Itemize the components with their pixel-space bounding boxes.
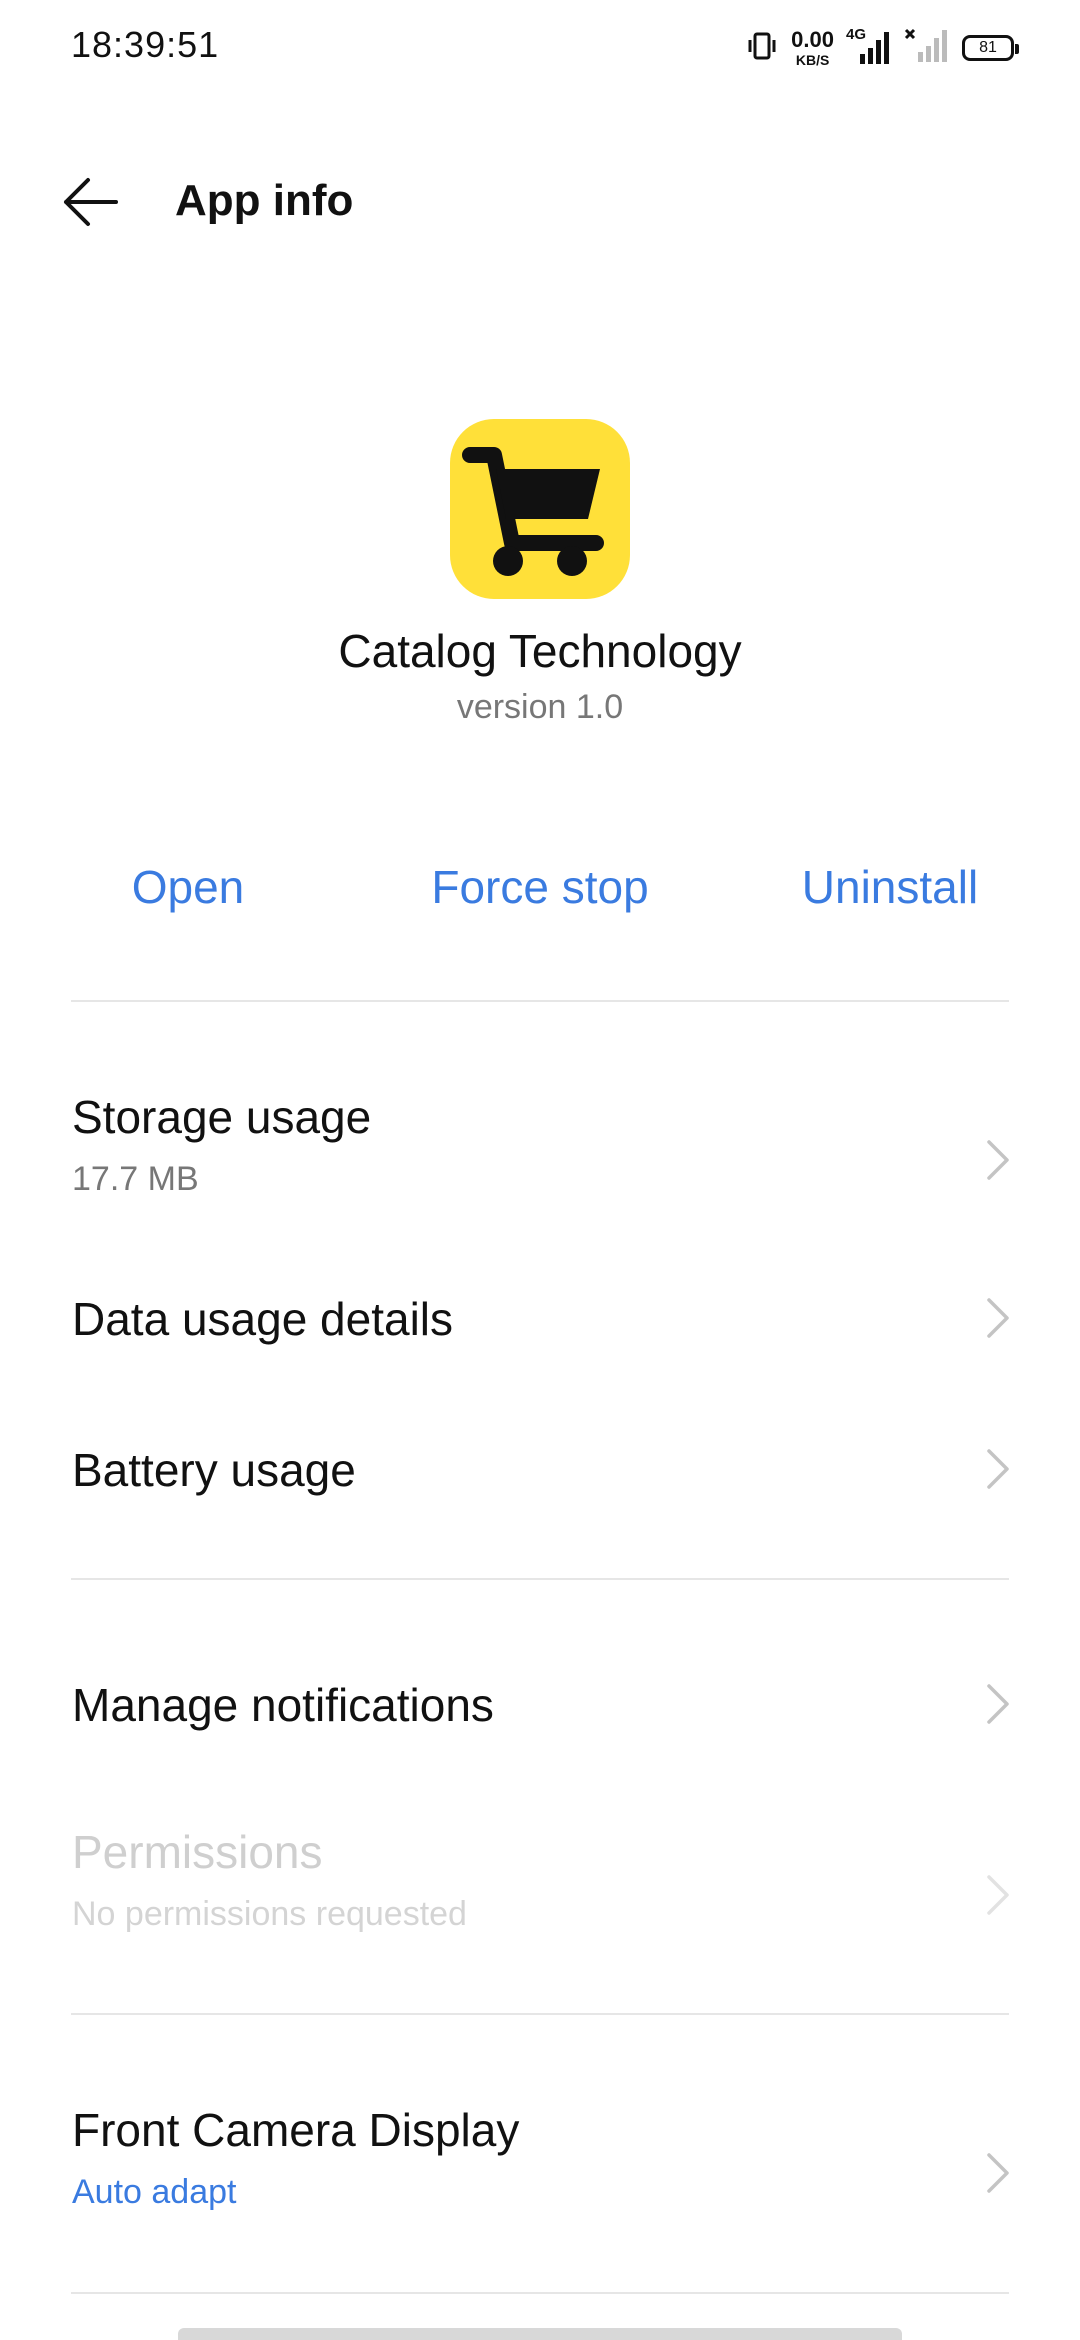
divider bbox=[71, 1578, 1009, 1580]
signal-4g-icon: 4G bbox=[846, 26, 892, 66]
app-name: Catalog Technology bbox=[338, 625, 742, 677]
navigation-gesture-bar[interactable] bbox=[178, 2328, 902, 2340]
battery-level: 81 bbox=[979, 39, 997, 56]
chevron-right-icon bbox=[987, 1449, 1009, 1489]
storage-usage-item[interactable]: Storage usage 17.7 MB bbox=[0, 1080, 1080, 1240]
network-speed: 0.00 KB/S bbox=[791, 27, 834, 68]
divider bbox=[71, 2292, 1009, 2294]
back-button[interactable] bbox=[60, 170, 130, 234]
front-camera-display-item[interactable]: Front Camera Display Auto adapt bbox=[0, 2093, 1080, 2253]
app-version: version 1.0 bbox=[456, 688, 624, 726]
force-stop-button[interactable]: Force stop bbox=[380, 860, 700, 914]
manage-notifications-item[interactable]: Manage notifications bbox=[0, 1668, 1080, 1788]
battery-usage-item[interactable]: Battery usage bbox=[0, 1433, 1080, 1553]
permissions-item: Permissions No permissions requested bbox=[0, 1815, 1080, 1975]
manage-notifications-title: Manage notifications bbox=[72, 1679, 494, 1731]
shopping-cart-icon bbox=[462, 447, 604, 576]
status-icons: 0.00 KB/S 4G 81 bbox=[745, 26, 1019, 70]
divider bbox=[71, 1000, 1009, 1002]
uninstall-button[interactable]: Uninstall bbox=[730, 860, 1050, 914]
network-speed-value: 0.00 bbox=[791, 27, 834, 52]
toolbar: App info bbox=[0, 150, 1080, 255]
open-button[interactable]: Open bbox=[28, 860, 348, 914]
chevron-right-icon bbox=[987, 1684, 1009, 1724]
arrow-left-icon bbox=[64, 178, 118, 226]
status-bar: 18:39:51 0.00 KB/S 4G 81 bbox=[0, 0, 1080, 96]
permissions-title: Permissions bbox=[72, 1826, 323, 1878]
data-usage-title: Data usage details bbox=[72, 1293, 454, 1345]
storage-usage-value: 17.7 MB bbox=[72, 1160, 199, 1198]
app-icon bbox=[450, 419, 630, 599]
front-camera-display-value: Auto adapt bbox=[72, 2173, 237, 2211]
battery-icon: 81 bbox=[962, 35, 1019, 61]
chevron-right-icon bbox=[987, 2153, 1009, 2193]
storage-usage-title: Storage usage bbox=[72, 1091, 372, 1143]
front-camera-display-title: Front Camera Display bbox=[72, 2104, 520, 2156]
page-title: App info bbox=[175, 176, 354, 225]
status-time: 18:39:51 bbox=[71, 24, 220, 65]
divider bbox=[71, 2013, 1009, 2015]
data-usage-item[interactable]: Data usage details bbox=[0, 1282, 1080, 1402]
app-actions: Open Force stop Uninstall bbox=[0, 860, 1080, 940]
network-speed-unit: KB/S bbox=[795, 52, 830, 68]
signal-no-service-icon bbox=[904, 28, 950, 69]
vibrate-icon bbox=[745, 29, 779, 68]
chevron-right-icon bbox=[987, 1140, 1009, 1180]
battery-usage-title: Battery usage bbox=[72, 1444, 356, 1496]
chevron-right-icon bbox=[987, 1875, 1009, 1915]
permissions-subtitle: No permissions requested bbox=[72, 1895, 467, 1933]
chevron-right-icon bbox=[987, 1298, 1009, 1338]
